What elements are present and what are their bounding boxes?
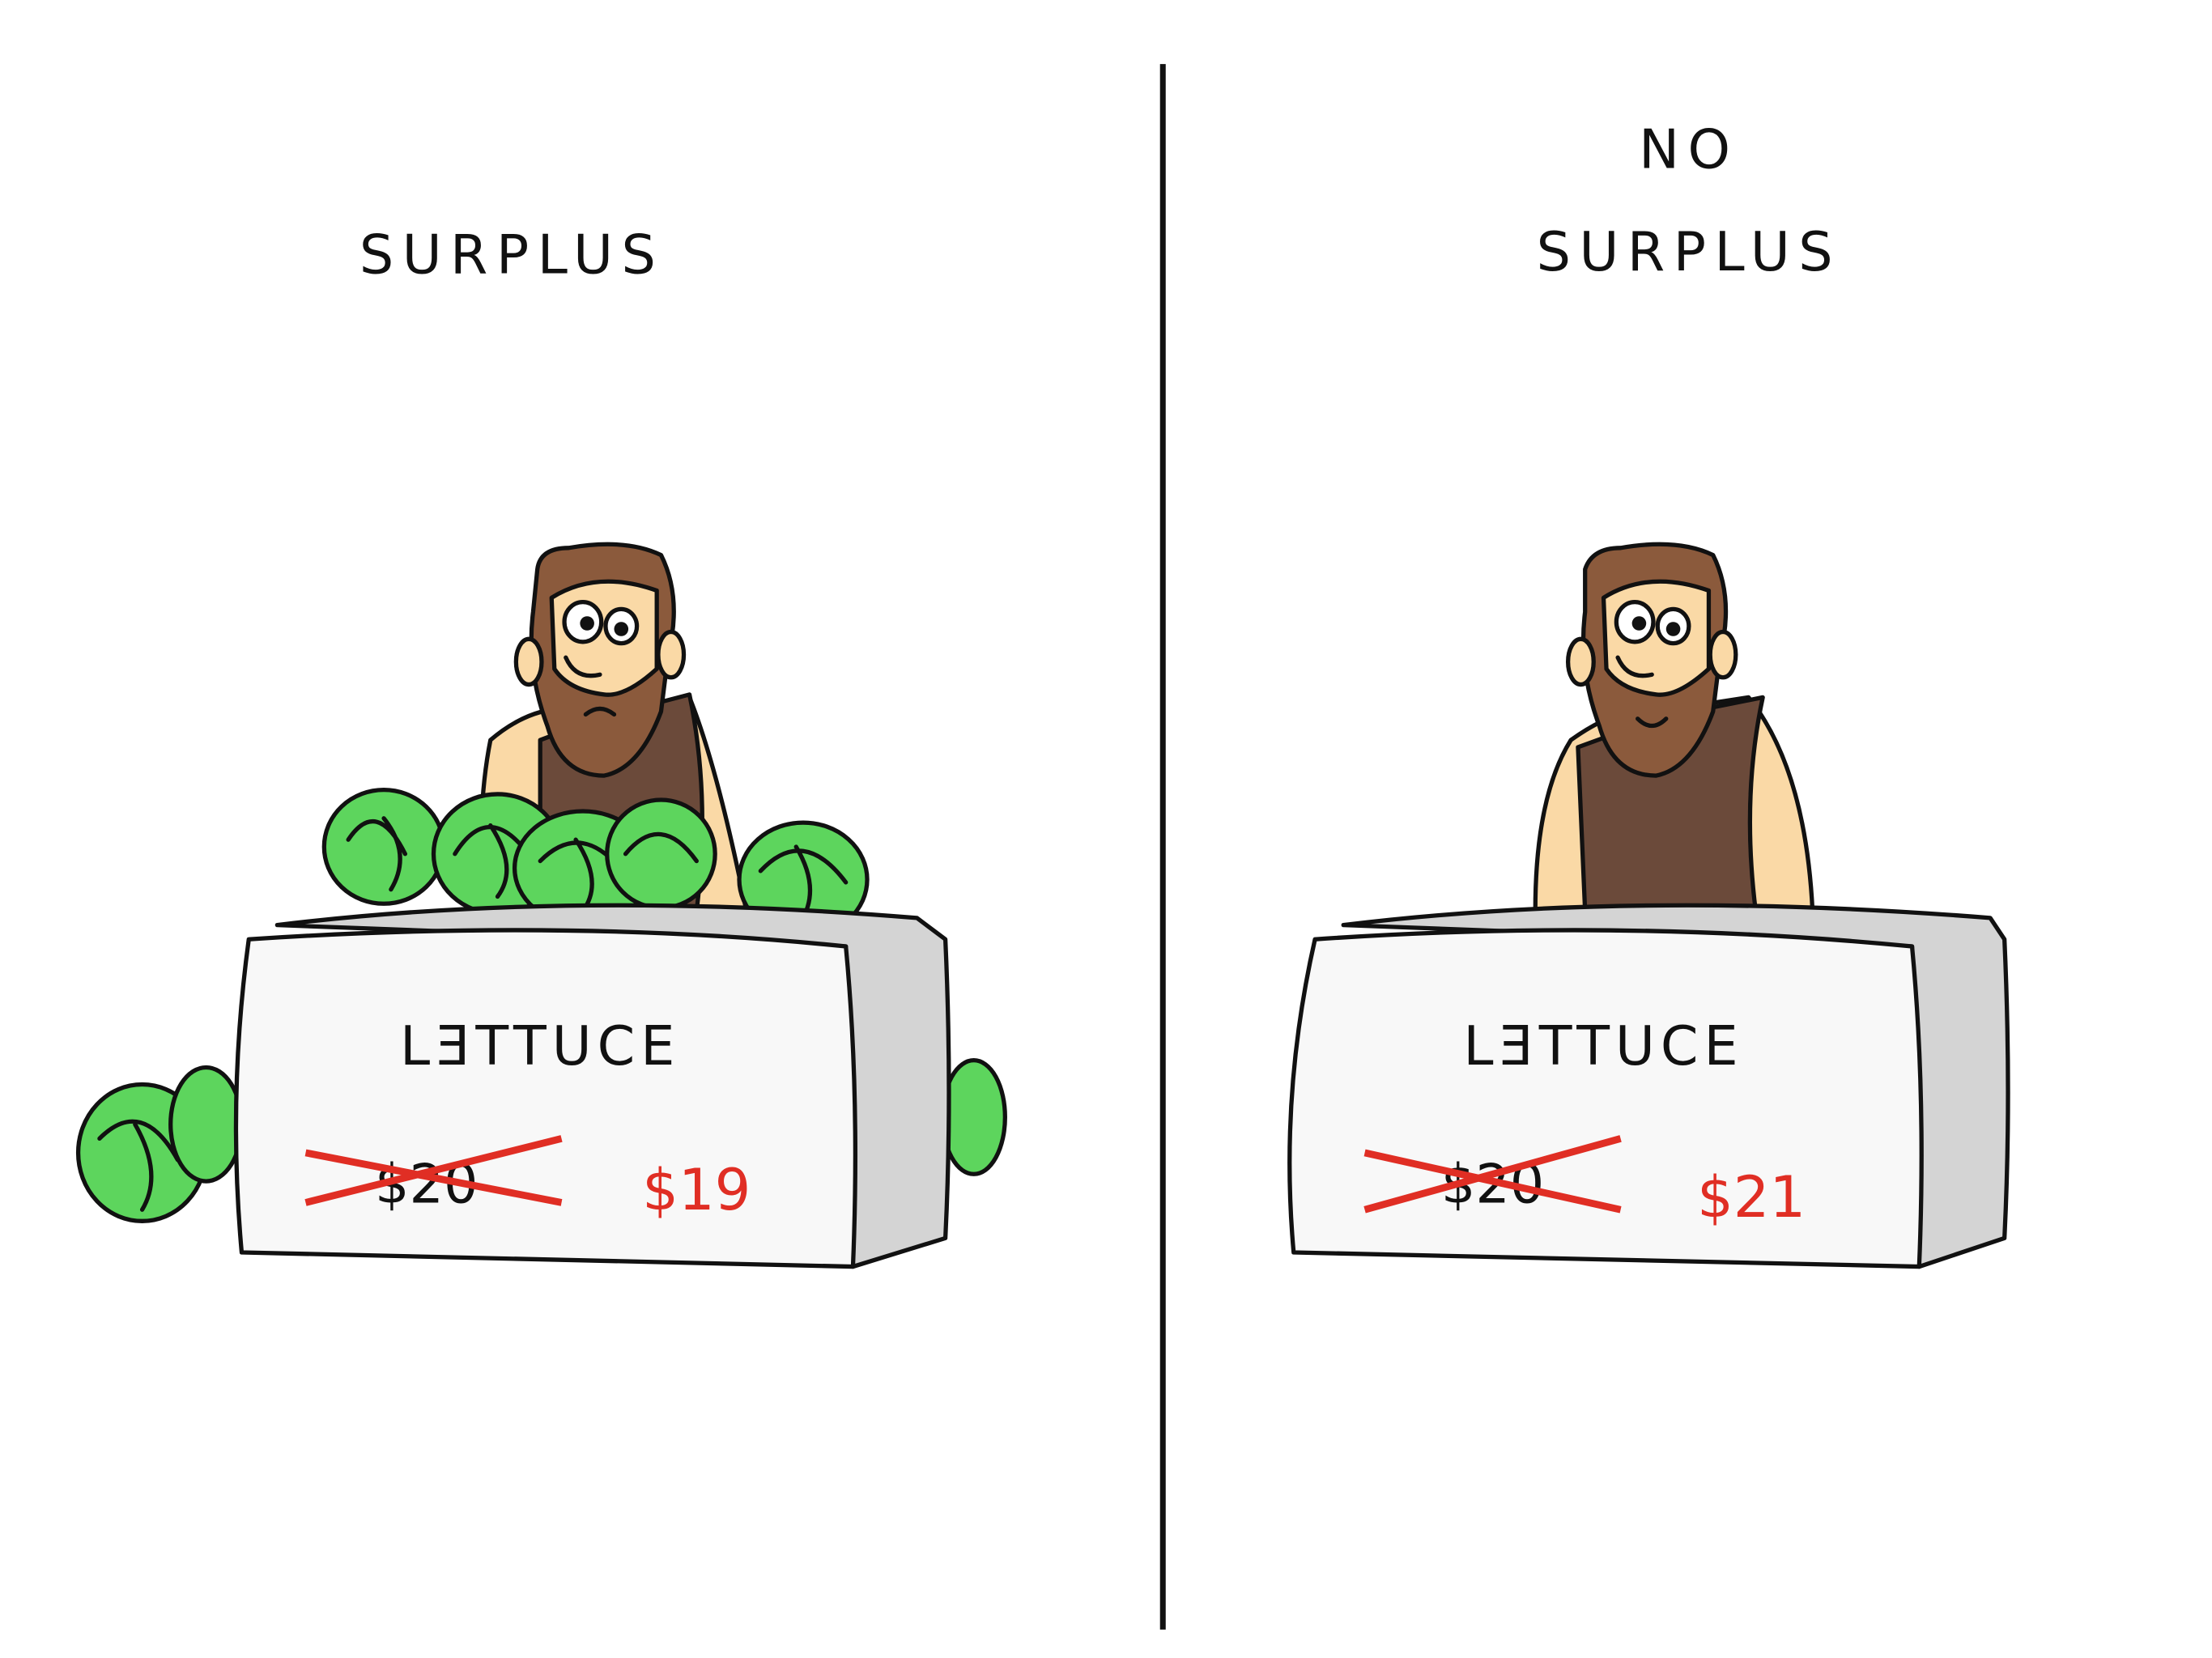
lettuce-stand	[233, 903, 951, 1269]
sign-word: LƎTTUCE	[1463, 1014, 1743, 1078]
lettuce-head	[168, 1065, 245, 1184]
panel-title-line: NO	[1639, 117, 1738, 181]
sign-word: LƎTTUCE	[400, 1014, 680, 1078]
new-price: $21	[1697, 1164, 1806, 1231]
lettuce-stand	[1287, 903, 2010, 1269]
lettuce-head	[605, 797, 717, 911]
lettuce-head	[940, 1058, 1007, 1176]
comic-canvas: SURPLUS LƎTTUCE $20 $19 NO SURPLUS LƎTTU…	[0, 0, 2212, 1658]
new-price: $19	[642, 1157, 751, 1223]
panel-title-line: SURPLUS	[1537, 220, 1842, 283]
panel-title-line: SURPLUS	[359, 223, 665, 286]
lettuce-head	[321, 788, 446, 906]
